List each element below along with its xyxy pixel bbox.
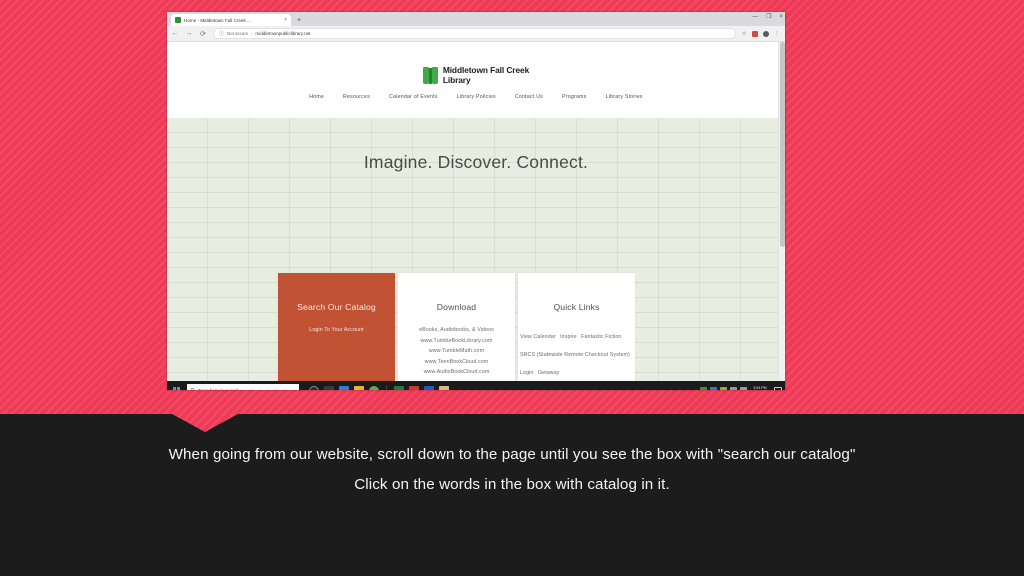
browser-tab[interactable]: Home - Middletown Fall Creek ... × [171,14,291,26]
action-center-icon[interactable] [774,386,782,390]
forward-icon[interactable]: → [185,30,193,37]
browser-toolbar: ← → ⟳ ⓘ Not secure | middletownpubliclib… [167,26,785,42]
address-separator: | [251,31,253,36]
nav-item-home[interactable]: Home [309,94,324,100]
toolbar-icon-group: ☆ ⋮ [742,30,781,37]
file-explorer-icon[interactable] [339,385,349,390]
card-title: Quick Links [553,302,600,312]
taskbar-divider [386,384,387,390]
tray-icon-2[interactable] [710,387,717,390]
close-window-button[interactable]: × [779,13,783,21]
site-navigation: Home Resources Calendar of Events Librar… [167,94,785,100]
task-view-icon[interactable] [324,385,334,390]
reload-icon[interactable]: ⟳ [199,30,207,38]
nav-item-programs[interactable]: Programs [562,94,587,100]
close-icon[interactable]: × [284,17,287,23]
caption-line-1: When going from our website, scroll down… [168,446,856,463]
excel-icon[interactable] [394,385,404,390]
word-icon[interactable] [424,385,434,390]
windows-taskbar: ⚲ Type here to search [167,381,785,390]
scrollbar-thumb[interactable] [780,42,785,247]
hero-card-row: Search Our Catalog Login To Your Account… [278,273,635,381]
open-book-icon [422,67,438,85]
folder-icon[interactable] [354,385,364,390]
extension-icon[interactable] [751,30,758,37]
tray-icon-3[interactable] [720,387,727,390]
clock-time: 3:04 PM [753,385,767,390]
logo-line-2: Library [442,74,471,85]
avatar[interactable] [762,30,769,37]
taskbar-search-input[interactable]: ⚲ Type here to search [187,383,299,390]
card-title: Search Our Catalog [297,302,376,312]
card-search-our-catalog[interactable]: Search Our Catalog Login To Your Account [278,273,395,381]
tumblemath-link[interactable]: www.TumbleMath.com [429,346,484,357]
srcs-login-link[interactable]: SRCS (Statewide Remote Checkout System) … [520,352,630,376]
search-icon: ⚲ [189,386,197,390]
view-calendar-link[interactable]: View Calendar [520,334,556,340]
security-status-label: Not secure [227,31,249,36]
bookmark-star-icon[interactable]: ☆ [742,31,747,37]
address-bar[interactable]: ⓘ Not secure | middletownpubliclibrary.n… [213,28,736,39]
nav-item-library-policies[interactable]: Library Policies [457,94,496,100]
powerpoint-icon[interactable] [409,385,419,390]
minimize-button[interactable]: — [752,13,758,21]
new-tab-button[interactable]: + [297,16,301,26]
taskbar-clock[interactable]: 3:04 PM 4/10/2020 [752,386,768,390]
login-to-your-account-link[interactable]: Login To Your Account [309,325,363,336]
system-tray: 3:04 PM 4/10/2020 [700,381,782,390]
nav-item-resources[interactable]: Resources [343,94,370,100]
fantastic-fiction-link[interactable]: Fantastic Fiction [581,334,621,340]
tray-icon-1[interactable] [700,387,707,390]
card-quick-links: Quick Links View Calendar Inspire Fantas… [518,273,635,381]
caption-line-2: Click on the words in the box with catal… [354,476,670,493]
nav-item-calendar-of-events[interactable]: Calendar of Events [389,94,438,100]
info-circle-icon[interactable]: ⓘ [219,30,224,37]
nav-item-library-stories[interactable]: Library Stories [606,94,643,100]
page-viewport: Middletown Fall Creek Library Home Resou… [167,42,785,381]
hero-section: Imagine. Discover. Connect. Search Our C… [167,118,785,381]
caption-text: When going from our website, scroll down… [60,440,964,500]
teenbookcloud-link[interactable]: www.TeenBookCloud.com [425,357,489,368]
cortana-icon[interactable] [309,385,319,390]
address-bar-url: middletownpubliclibrary.net [255,31,311,36]
card-title: Download [436,302,477,312]
taskbar-search-placeholder: Type here to search [198,388,239,390]
browser-window: Home - Middletown Fall Creek ... × + — ❐… [167,12,785,390]
nav-item-contact-us[interactable]: Contact Us [515,94,543,100]
menu-icon[interactable]: ⋮ [774,31,780,37]
hero-headline: Imagine. Discover. Connect. [363,152,589,172]
site-header: Middletown Fall Creek Library Home Resou… [167,42,785,118]
window-controls: — ❐ × [752,13,783,21]
card-subtitle: eBooks, Audiobooks, & Videos [419,327,494,333]
browser-tab-title: Home - Middletown Fall Creek ... [184,17,251,23]
site-logo-text: Middletown Fall Creek Library [442,65,530,85]
card-download: Download eBooks, Audiobooks, & Videos ww… [398,273,515,381]
taskbar-app-icons [309,384,449,390]
browser-tab-strip: Home - Middletown Fall Creek ... × + — ❐… [167,12,785,26]
back-icon[interactable]: ← [171,30,179,37]
store-icon[interactable] [439,385,449,390]
slide-canvas: Home - Middletown Fall Creek ... × + — ❐… [0,0,1024,576]
network-icon[interactable] [730,387,737,390]
tumblebooklibrary-link[interactable]: www.TumbleBookLibrary.com [421,336,493,347]
volume-icon[interactable] [740,387,747,390]
chrome-icon[interactable] [369,385,379,390]
site-logo[interactable]: Middletown Fall Creek Library [422,65,530,85]
quick-links-list: View Calendar Inspire Fantastic Fiction … [518,325,635,379]
logo-line-1: Middletown Fall Creek [442,65,530,75]
audiobookcloud-link[interactable]: www.AudioBookCloud.com [424,367,490,378]
maximize-button[interactable]: ❐ [766,13,771,21]
favicon-icon [175,17,181,23]
getaway-link[interactable]: Getaway [538,370,560,376]
start-button[interactable] [170,381,183,390]
inspire-link[interactable]: Inspire [560,334,577,340]
windows-logo-icon [173,387,180,390]
speech-bubble-tail [172,414,238,432]
page-scrollbar[interactable] [778,42,785,381]
